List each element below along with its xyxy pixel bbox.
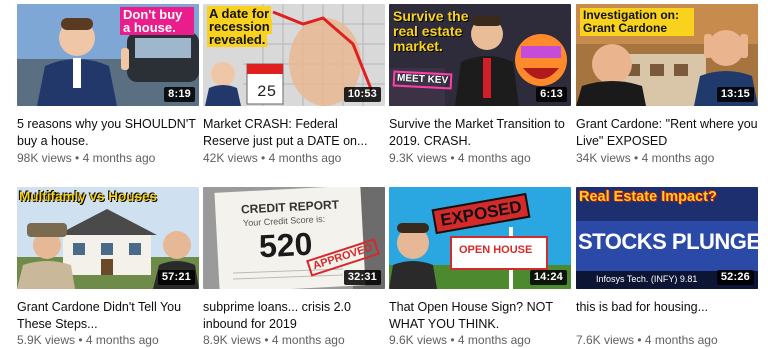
video-title[interactable]: That Open House Sign? NOT WHAT YOU THINK…: [389, 299, 571, 333]
ticker-quote: Infosys Tech. (INFY) 9.81: [596, 274, 698, 284]
thumbnail-overlay-text: Real Estate Impact?: [579, 189, 717, 205]
view-count: 8.9K views: [203, 333, 262, 347]
upload-age: 4 months ago: [85, 333, 159, 347]
view-count: 98K views: [17, 151, 72, 165]
duration-badge: 13:15: [716, 87, 754, 102]
upload-age: 4 months ago: [457, 151, 531, 165]
video-meta: 9.3K views • 4 months ago: [389, 151, 531, 165]
thumbnail-overlay-text: A date for recession revealed.: [207, 6, 272, 47]
video-title[interactable]: Market CRASH: Federal Reserve just put a…: [203, 116, 385, 150]
neon-sign-text: MEET KEV: [392, 70, 453, 90]
duration-badge: 8:19: [164, 87, 195, 102]
calendar-day: 25: [257, 83, 277, 101]
ticker-headline: STOCKS PLUNGE: [578, 229, 758, 254]
duration-badge: 32:31: [343, 270, 381, 285]
video-meta: 98K views • 4 months ago: [17, 151, 156, 165]
video-thumbnail[interactable]: CREDIT REPORT Your Credit Score is: 520 …: [203, 187, 385, 289]
upload-age: 4 months ago: [271, 333, 345, 347]
open-house-sign-text: OPEN HOUSE: [459, 244, 533, 256]
view-count: 42K views: [203, 151, 258, 165]
video-meta: 34K views • 4 months ago: [576, 151, 715, 165]
thumbnail-overlay-text: Survive the real estate market.: [393, 8, 469, 54]
upload-age: 4 months ago: [641, 151, 715, 165]
upload-age: 4 months ago: [644, 333, 718, 347]
thumbnail-overlay-text: Multifamly vs Houses: [19, 189, 158, 204]
video-title[interactable]: 5 reasons why you SHOULDN'T buy a house.: [17, 116, 199, 150]
duration-badge: 57:21: [157, 270, 195, 285]
video-meta: 5.9K views • 4 months ago: [17, 333, 159, 347]
video-meta: 8.9K views • 4 months ago: [203, 333, 345, 347]
video-title[interactable]: subprime loans... crisis 2.0 inbound for…: [203, 299, 385, 333]
upload-age: 4 months ago: [457, 333, 531, 347]
video-title[interactable]: Survive the Market Transition to 2019. C…: [389, 116, 571, 150]
duration-badge: 6:13: [536, 87, 567, 102]
duration-badge: 10:53: [343, 87, 381, 102]
view-count: 5.9K views: [17, 333, 76, 347]
video-thumbnail[interactable]: Real Estate Impact? STOCKS PLUNGE Infosy…: [576, 187, 758, 289]
thumbnail-overlay-text: Don't buy a house.: [120, 7, 194, 35]
video-meta: 42K views • 4 months ago: [203, 151, 342, 165]
video-meta: 7.6K views • 4 months ago: [576, 333, 718, 347]
credit-score: 520: [258, 225, 314, 265]
video-title[interactable]: Grant Cardone Didn't Tell You These Step…: [17, 299, 199, 333]
upload-age: 4 months ago: [82, 151, 156, 165]
video-title[interactable]: Grant Cardone: "Rent where you Live" EXP…: [576, 116, 758, 150]
thumbnail-overlay-text: Investigation on: Grant Cardone: [580, 8, 694, 36]
video-thumbnail[interactable]: Multifamly vs Houses 57:21: [17, 187, 199, 289]
video-title[interactable]: this is bad for housing...: [576, 299, 758, 316]
video-thumbnail[interactable]: Survive the real estate market. MEET KEV…: [389, 4, 571, 106]
view-count: 9.6K views: [389, 333, 448, 347]
video-grid: Don't buy a house. 8:19 5 reasons why yo…: [0, 0, 768, 347]
video-thumbnail[interactable]: EXPOSED OPEN HOUSE 14:24: [389, 187, 571, 289]
duration-badge: 14:24: [529, 270, 567, 285]
video-thumbnail[interactable]: A date for recession revealed. 25 10:53: [203, 4, 385, 106]
view-count: 9.3K views: [389, 151, 448, 165]
video-meta: 9.6K views • 4 months ago: [389, 333, 531, 347]
video-thumbnail[interactable]: Investigation on: Grant Cardone 13:15: [576, 4, 758, 106]
view-count: 34K views: [576, 151, 631, 165]
view-count: 7.6K views: [576, 333, 635, 347]
video-thumbnail[interactable]: Don't buy a house. 8:19: [17, 4, 199, 106]
upload-age: 4 months ago: [268, 151, 342, 165]
duration-badge: 52:26: [716, 270, 754, 285]
